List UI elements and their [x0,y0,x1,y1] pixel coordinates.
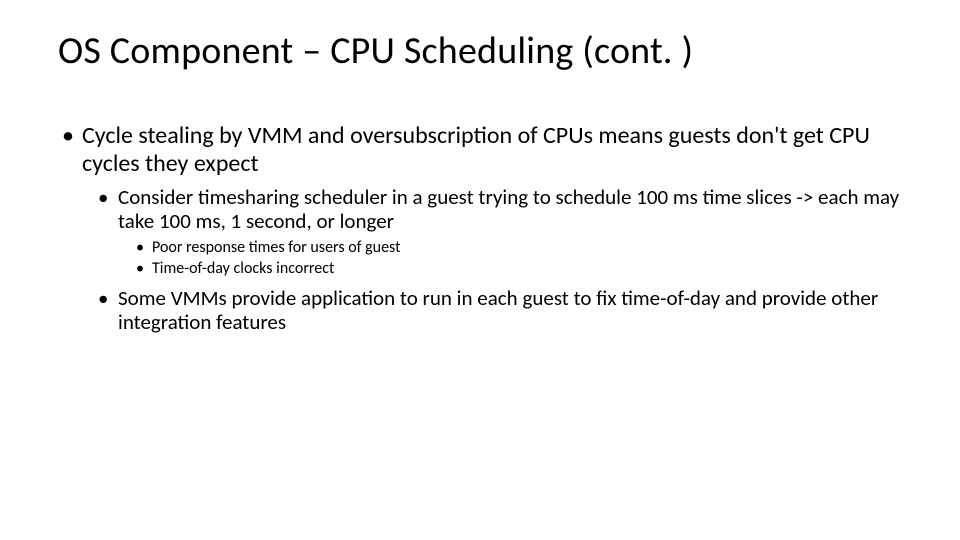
list-item: Poor response times for users of guest [132,239,902,257]
list-item: Time-of-day clocks incorrect [132,260,902,278]
list-item: Consider timesharing scheduler in a gues… [94,185,902,278]
bullet-list-level-3: Poor response times for users of guest T… [118,239,902,278]
list-item: Cycle stealing by VMM and oversubscripti… [58,122,902,335]
bullet-text: Some VMMs provide application to run in … [118,285,878,335]
bullet-list-level-1: Cycle stealing by VMM and oversubscripti… [58,122,902,335]
bullet-text: Time-of-day clocks incorrect [152,259,334,278]
list-item: Some VMMs provide application to run in … [94,286,902,334]
bullet-list-level-2: Consider timesharing scheduler in a gues… [82,185,902,334]
bullet-text: Cycle stealing by VMM and oversubscripti… [82,121,870,178]
bullet-text: Poor response times for users of guest [152,238,400,257]
bullet-text: Consider timesharing scheduler in a gues… [118,184,899,234]
slide-title: OS Component – CPU Scheduling (cont. ) [58,28,902,74]
